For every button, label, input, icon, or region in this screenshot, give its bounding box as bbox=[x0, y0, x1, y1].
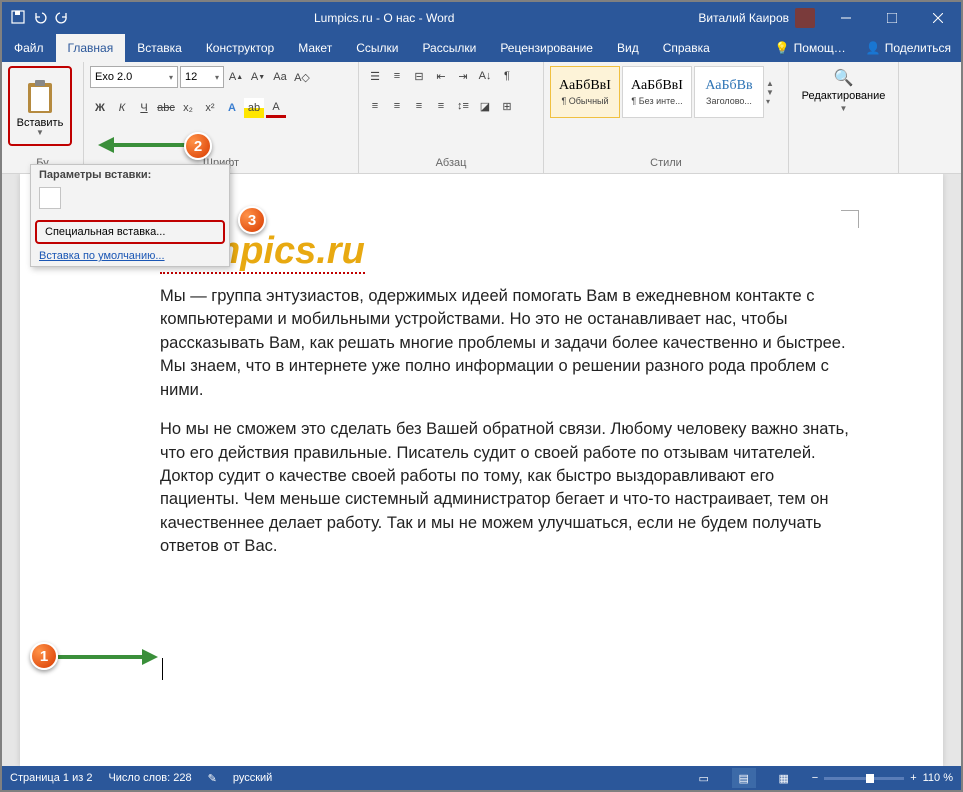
tab-view[interactable]: Вид bbox=[605, 34, 651, 62]
multilevel-icon[interactable]: ⊟ bbox=[409, 66, 429, 86]
bulb-icon: 💡 bbox=[775, 41, 790, 55]
text-effects-icon[interactable]: A bbox=[222, 98, 242, 118]
font-name-combo[interactable]: Exo 2.0▾ bbox=[90, 66, 178, 88]
tab-review[interactable]: Рецензирование bbox=[488, 34, 605, 62]
window-title: Lumpics.ru - О нас - Word bbox=[78, 11, 690, 25]
zoom-out[interactable]: − bbox=[812, 772, 818, 784]
avatar bbox=[795, 8, 815, 28]
style-no-spacing[interactable]: АаБбВвІ ¶ Без инте... bbox=[622, 66, 692, 118]
font-size-combo[interactable]: 12▾ bbox=[180, 66, 224, 88]
zoom-controls: − + 110 % bbox=[812, 772, 953, 784]
arrow-1 bbox=[58, 646, 158, 670]
bold-icon[interactable]: Ж bbox=[90, 98, 110, 118]
zoom-slider[interactable] bbox=[824, 777, 904, 780]
highlight-icon[interactable]: ab bbox=[244, 98, 264, 118]
titlebar: Lumpics.ru - О нас - Word Виталий Каиров bbox=[2, 2, 961, 34]
align-right-icon[interactable]: ≡ bbox=[409, 96, 429, 116]
group-label-paragraph: Абзац bbox=[365, 155, 537, 171]
save-icon[interactable] bbox=[10, 9, 26, 28]
callout-1: 1 bbox=[30, 642, 58, 670]
borders-icon[interactable]: ⊞ bbox=[497, 96, 517, 116]
italic-icon[interactable]: К bbox=[112, 98, 132, 118]
close-button[interactable] bbox=[915, 2, 961, 34]
align-center-icon[interactable]: ≡ bbox=[387, 96, 407, 116]
subscript-icon[interactable]: x₂ bbox=[178, 98, 198, 118]
tab-references[interactable]: Ссылки bbox=[344, 34, 410, 62]
redo-icon[interactable] bbox=[54, 9, 70, 28]
group-editing: 🔍 Редактирование ▼ bbox=[789, 62, 899, 173]
group-label-styles: Стили bbox=[550, 155, 782, 171]
tab-home[interactable]: Главная bbox=[56, 34, 126, 62]
bullets-icon[interactable]: ☰ bbox=[365, 66, 385, 86]
zoom-value[interactable]: 110 % bbox=[923, 772, 953, 784]
change-case-icon[interactable]: Aa bbox=[270, 67, 290, 87]
maximize-button[interactable] bbox=[869, 2, 915, 34]
group-clipboard: Вставить ▼ Бу bbox=[2, 62, 84, 173]
shrink-font-icon[interactable]: A▼ bbox=[248, 67, 268, 87]
view-print-icon[interactable]: ▤ bbox=[732, 768, 756, 788]
editing-label[interactable]: Редактирование bbox=[802, 90, 886, 102]
paste-button[interactable]: Вставить ▼ bbox=[8, 66, 72, 146]
margin-mark bbox=[841, 210, 859, 228]
paste-options-menu: Параметры вставки: Специальная вставка..… bbox=[30, 164, 230, 267]
statusbar: Страница 1 из 2 Число слов: 228 ✎ русски… bbox=[2, 766, 961, 790]
clipboard-icon bbox=[25, 79, 55, 115]
share-icon: 👤 bbox=[866, 41, 881, 55]
show-marks-icon[interactable]: ¶ bbox=[497, 66, 517, 86]
status-language[interactable]: русский bbox=[233, 772, 272, 784]
dec-indent-icon[interactable]: ⇤ bbox=[431, 66, 451, 86]
paste-menu-header: Параметры вставки: bbox=[31, 165, 229, 185]
shading-icon[interactable]: ◪ bbox=[475, 96, 495, 116]
text-cursor bbox=[162, 658, 163, 680]
grow-font-icon[interactable]: A▲ bbox=[226, 67, 246, 87]
doc-heading: Lumpics.ru bbox=[160, 230, 853, 273]
doc-paragraph-2: Но мы не сможем это сделать без Вашей об… bbox=[160, 418, 853, 559]
clear-format-icon[interactable]: A◇ bbox=[292, 67, 312, 87]
tab-design[interactable]: Конструктор bbox=[194, 34, 286, 62]
user-name: Виталий Каиров bbox=[698, 11, 789, 25]
strike-icon[interactable]: abc bbox=[156, 98, 176, 118]
chevron-down-icon: ▼ bbox=[840, 104, 848, 113]
superscript-icon[interactable]: x² bbox=[200, 98, 220, 118]
status-words[interactable]: Число слов: 228 bbox=[108, 772, 191, 784]
status-proofing-icon[interactable]: ✎ bbox=[208, 772, 217, 785]
paste-special-item[interactable]: Специальная вставка... bbox=[35, 220, 225, 244]
inc-indent-icon[interactable]: ⇥ bbox=[453, 66, 473, 86]
ribbon-tabs: Файл Главная Вставка Конструктор Макет С… bbox=[2, 34, 961, 62]
numbering-icon[interactable]: ≡ bbox=[387, 66, 407, 86]
view-web-icon[interactable]: ▦ bbox=[772, 768, 796, 788]
underline-icon[interactable]: Ч bbox=[134, 98, 154, 118]
styles-expand[interactable]: ▲▼▾ bbox=[766, 66, 780, 118]
find-icon[interactable]: 🔍 bbox=[834, 68, 854, 88]
group-paragraph: ☰ ≡ ⊟ ⇤ ⇥ A↓ ¶ ≡ ≡ ≡ ≡ ↕≡ ◪ ⊞ Абзац bbox=[359, 62, 544, 173]
paste-default-item[interactable]: Вставка по умолчанию... bbox=[31, 246, 229, 266]
tab-insert[interactable]: Вставка bbox=[125, 34, 194, 62]
style-heading1[interactable]: АаБбВв Заголово... bbox=[694, 66, 764, 118]
tab-file[interactable]: Файл bbox=[2, 34, 56, 62]
zoom-in[interactable]: + bbox=[910, 772, 916, 784]
tab-mailings[interactable]: Рассылки bbox=[410, 34, 488, 62]
status-page[interactable]: Страница 1 из 2 bbox=[10, 772, 92, 784]
justify-icon[interactable]: ≡ bbox=[431, 96, 451, 116]
tab-layout[interactable]: Макет bbox=[286, 34, 344, 62]
arrow-2 bbox=[98, 134, 186, 158]
callout-2: 2 bbox=[184, 132, 212, 160]
line-spacing-icon[interactable]: ↕≡ bbox=[453, 96, 473, 116]
paste-keep-source-icon[interactable] bbox=[39, 187, 61, 209]
share-button[interactable]: 👤Поделиться bbox=[856, 34, 961, 62]
callout-3: 3 bbox=[238, 206, 266, 234]
minimize-button[interactable] bbox=[823, 2, 869, 34]
chevron-down-icon: ▼ bbox=[36, 128, 44, 137]
style-normal[interactable]: АаБбВвІ ¶ Обычный bbox=[550, 66, 620, 118]
undo-icon[interactable] bbox=[32, 9, 48, 28]
user-area[interactable]: Виталий Каиров bbox=[690, 8, 823, 28]
view-read-icon[interactable]: ▭ bbox=[692, 768, 716, 788]
font-color-icon[interactable]: A bbox=[266, 98, 286, 118]
group-styles: АаБбВвІ ¶ Обычный АаБбВвІ ¶ Без инте... … bbox=[544, 62, 789, 173]
sort-icon[interactable]: A↓ bbox=[475, 66, 495, 86]
tell-me[interactable]: 💡Помощ… bbox=[765, 34, 856, 62]
doc-paragraph-1: Мы — группа энтузиастов, одержимых идеей… bbox=[160, 285, 853, 402]
tab-help[interactable]: Справка bbox=[651, 34, 722, 62]
align-left-icon[interactable]: ≡ bbox=[365, 96, 385, 116]
